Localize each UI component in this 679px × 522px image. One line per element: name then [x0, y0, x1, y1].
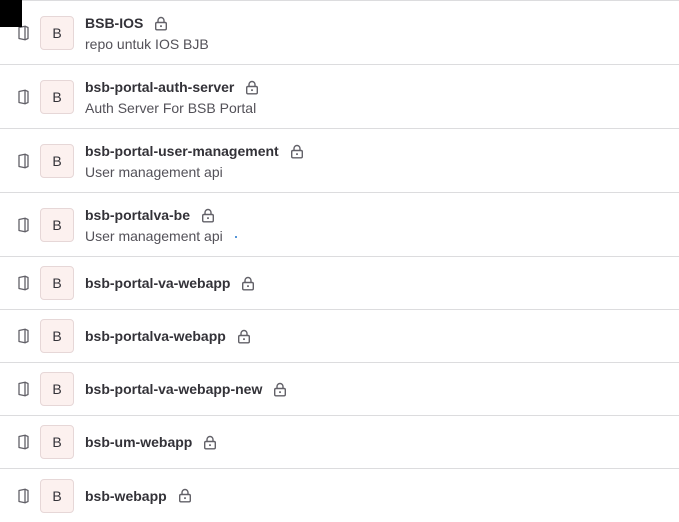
book-icon: [18, 153, 29, 168]
project-row[interactable]: B bsb-portal-auth-server Auth Server For…: [0, 65, 679, 129]
project-text: bsb-um-webapp: [85, 432, 669, 452]
project-description: Auth Server For BSB Portal: [85, 100, 257, 116]
lock-icon: [246, 80, 259, 95]
avatar-letter: B: [52, 275, 62, 291]
project-avatar[interactable]: B: [40, 372, 74, 406]
project-text: BSB-IOS repo untuk IOS BJB: [85, 13, 669, 52]
project-row[interactable]: B bsb-um-webapp: [0, 416, 679, 469]
book-icon: [18, 89, 29, 104]
project-avatar[interactable]: B: [40, 143, 74, 178]
avatar-letter: B: [52, 152, 62, 169]
project-avatar[interactable]: B: [40, 207, 74, 242]
project-name-link[interactable]: bsb-portalva-be: [85, 207, 190, 223]
lock-icon: [204, 435, 217, 450]
project-avatar[interactable]: B: [40, 266, 74, 300]
lock-icon: [290, 144, 303, 159]
book-icon: [18, 434, 29, 450]
avatar-letter: B: [52, 487, 62, 504]
project-name-link[interactable]: bsb-portal-va-webapp-new: [85, 381, 262, 397]
project-row[interactable]: B bsb-portalva-webapp: [0, 310, 679, 363]
project-description: User management api: [85, 228, 223, 244]
project-text: bsb-portal-va-webapp: [85, 273, 669, 293]
project-description-line: User management api: [85, 228, 669, 244]
lock-icon: [155, 16, 168, 31]
project-row[interactable]: B BSB-IOS repo untuk IOS BJB: [0, 1, 679, 65]
project-avatar[interactable]: B: [40, 425, 74, 459]
project-name-link[interactable]: BSB-IOS: [85, 15, 143, 31]
lock-icon: [202, 208, 215, 223]
avatar-letter: B: [52, 381, 62, 397]
project-text: bsb-portalva-webapp: [85, 326, 669, 346]
project-list: B BSB-IOS repo untuk IOS BJB B bsb-porta…: [0, 1, 679, 522]
lock-icon: [237, 329, 250, 344]
project-description: repo untuk IOS BJB: [85, 36, 209, 52]
project-description: User management api: [85, 164, 223, 180]
project-avatar[interactable]: B: [40, 319, 74, 353]
corner-overlay: [0, 0, 22, 27]
project-name-link[interactable]: bsb-portal-auth-server: [85, 79, 234, 95]
project-row[interactable]: B bsb-webapp: [0, 469, 679, 522]
project-row[interactable]: B bsb-portal-user-management User manage…: [0, 129, 679, 193]
avatar-letter: B: [52, 88, 62, 105]
project-name-link[interactable]: bsb-um-webapp: [85, 434, 192, 450]
book-icon: [18, 328, 29, 344]
project-text: bsb-webapp: [85, 486, 669, 506]
project-name-link[interactable]: bsb-portal-user-management: [85, 143, 279, 159]
avatar-letter: B: [52, 434, 62, 450]
cursor-dot: [234, 236, 237, 239]
project-name-link[interactable]: bsb-portalva-webapp: [85, 328, 226, 344]
lock-icon: [274, 382, 287, 397]
project-avatar[interactable]: B: [40, 79, 74, 114]
project-text: bsb-portal-auth-server Auth Server For B…: [85, 77, 669, 116]
book-icon: [18, 217, 29, 232]
project-text: bsb-portalva-be User management api: [85, 205, 669, 244]
book-icon: [18, 275, 29, 291]
book-icon: [18, 488, 29, 503]
book-icon: [18, 381, 29, 397]
avatar-letter: B: [52, 328, 62, 344]
project-name-link[interactable]: bsb-webapp: [85, 488, 167, 504]
project-name-link[interactable]: bsb-portal-va-webapp: [85, 275, 230, 291]
project-avatar[interactable]: B: [40, 15, 74, 50]
project-row[interactable]: B bsb-portal-va-webapp: [0, 257, 679, 310]
project-text: bsb-portal-user-management User manageme…: [85, 141, 669, 180]
project-row[interactable]: B bsb-portal-va-webapp-new: [0, 363, 679, 416]
project-avatar[interactable]: B: [40, 478, 74, 513]
avatar-letter: B: [52, 216, 62, 233]
project-text: bsb-portal-va-webapp-new: [85, 379, 669, 399]
lock-icon: [242, 276, 255, 291]
avatar-letter: B: [52, 24, 62, 41]
lock-icon: [178, 488, 191, 503]
project-row[interactable]: B bsb-portalva-be User management api: [0, 193, 679, 257]
